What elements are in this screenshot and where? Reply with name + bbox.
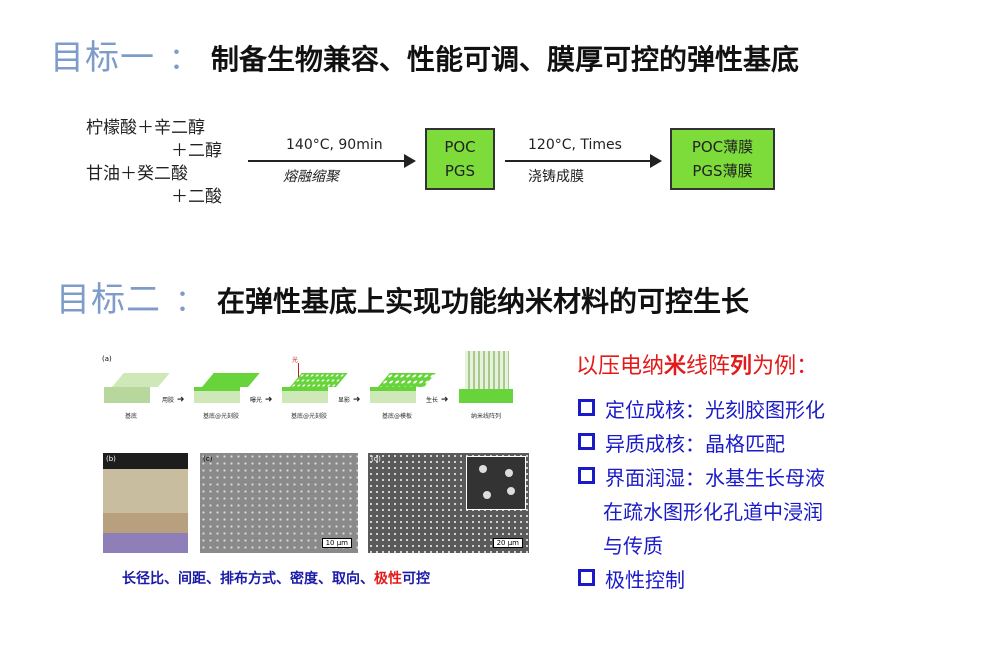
sem-image-d: (d) 20 μm [368, 453, 529, 553]
fig-arrow-4-label: 生长 [426, 397, 439, 404]
nanowire-array [459, 351, 513, 403]
bullet-2: 异质成核：晶格匹配 [578, 427, 785, 461]
template-slab [370, 373, 436, 403]
fig-arrow-1-label: 用胶 [162, 397, 175, 404]
exposed-slab [282, 373, 348, 403]
step-exposure: 光 基底@光刻胶 [278, 357, 348, 420]
reactant-line-4: ＋二酸 [171, 187, 222, 207]
bullet-square-icon [578, 569, 595, 586]
figure-caption: 长径比、间距、排布方式、密度、取向、极性可控 [122, 568, 430, 588]
figure-caption-blue: 长径比、间距、排布方式、密度、取向、 [122, 571, 374, 587]
bullet-3-continuation-2: 与传质 [603, 534, 663, 558]
fig-arrow-4: 生长 ➜ [426, 395, 449, 405]
reactant-line-1: 柠檬酸＋辛二醇 [86, 118, 205, 138]
example-title-part3: 为例： [752, 354, 819, 379]
step-caption-1: 基底 [124, 413, 137, 420]
panel-d-label: (d) [371, 455, 381, 463]
bullet-square-icon [578, 433, 595, 450]
bullet-4: 极性控制 [578, 563, 685, 597]
step-caption-3: 基底@光刻胶 [290, 413, 327, 420]
example-title-emph2: 列 [730, 354, 753, 379]
goal2-colon: ： [175, 284, 205, 319]
polymer-pgs: PGS [444, 162, 476, 180]
resist-slab [194, 373, 260, 403]
figure-caption-red: 极性 [374, 571, 402, 587]
bullet-2-text: 异质成核：晶格匹配 [605, 432, 785, 456]
step-caption-4: 基底@模板 [381, 413, 412, 420]
bullet-1: 定位成核：光刻胶图形化 [578, 393, 825, 427]
example-title: 以压电纳米线阵列为例： [576, 348, 818, 380]
polymer-box: POC PGS [425, 128, 495, 190]
step-nanowires: 纳米线阵列 [455, 351, 517, 420]
step2-condition: 120°C, Times [528, 137, 622, 153]
vial-photo: (b) [103, 453, 188, 553]
figure-caption-tail: 可控 [402, 571, 430, 587]
panel-b-label: (b) [106, 455, 116, 463]
goal2-label: 目标二 [56, 280, 161, 320]
bullet-square-icon [578, 467, 595, 484]
step-resist: 基底@光刻胶 [190, 373, 260, 420]
film-poc: POC薄膜 [691, 138, 754, 156]
fig-arrow-3-label: 显影 [338, 397, 351, 404]
goal1-colon: ： [169, 42, 199, 77]
film-box: POC薄膜 PGS薄膜 [670, 128, 775, 190]
film-pgs: PGS薄膜 [692, 162, 753, 180]
example-title-part1: 以压电纳 [576, 354, 665, 379]
step2-process: 浇铸成膜 [528, 169, 584, 185]
fig-arrow-3: 显影 ➜ [338, 395, 361, 405]
goal1-heading: 目标一 ： 制备生物兼容、性能可调、膜厚可控的弹性基底 [50, 30, 799, 79]
bullet-3: 界面润湿：水基生长母液 [578, 461, 825, 495]
step1-process: 熔融缩聚 [283, 169, 339, 185]
scale-bar-d: 20 μm [492, 538, 523, 548]
goal1-text: 制备生物兼容、性能可调、膜厚可控的弹性基底 [211, 43, 800, 76]
bullet-square-icon [578, 399, 595, 416]
step-substrate: 基底 [100, 373, 170, 420]
step1-arrow [248, 154, 416, 168]
step2-arrow [505, 154, 662, 168]
goal2-heading: 目标二 ： 在弹性基底上实现功能纳米材料的可控生长 [56, 272, 749, 321]
fig-arrow-1: 用胶 ➜ [162, 395, 185, 405]
fig-arrow-2-label: 曝光 [250, 397, 263, 404]
polymer-poc: POC [444, 138, 476, 156]
goal2-text: 在弹性基底上实现功能纳米材料的可控生长 [217, 285, 750, 318]
step-caption-5: 纳米线阵列 [470, 413, 501, 420]
bullet-3-text: 界面润湿：水基生长母液 [605, 466, 825, 490]
example-title-part2: 线阵 [686, 354, 731, 379]
bullet-3-continuation-1: 在疏水图形化孔道中浸润 [603, 500, 823, 524]
goal1-label: 目标一 [50, 38, 155, 78]
reactant-line-2: ＋二醇 [171, 141, 222, 161]
panel-c-label: (c) [203, 455, 213, 463]
fig-arrow-2: 曝光 ➜ [250, 395, 273, 405]
reactant-line-3: 甘油＋癸二酸 [86, 164, 188, 184]
step-template: 基底@模板 [366, 373, 436, 420]
bullet-4-text: 极性控制 [605, 568, 685, 592]
sem-image-c: (c) 10 μm [200, 453, 358, 553]
example-title-emph: 米 [664, 354, 687, 379]
sem-inset [466, 456, 526, 510]
panel-a-label: (a) [102, 355, 112, 363]
bullet-1-text: 定位成核：光刻胶图形化 [605, 398, 825, 422]
step-caption-2: 基底@光刻胶 [202, 413, 239, 420]
scale-bar-c: 10 μm [321, 538, 352, 548]
step1-condition: 140°C, 90min [286, 137, 383, 153]
substrate-slab [104, 373, 170, 403]
fabrication-figure: (a) 基底 用胶 ➜ 基底@光刻胶 曝光 ➜ 光 基底@光刻胶 显影 ➜ 基底… [100, 351, 537, 558]
